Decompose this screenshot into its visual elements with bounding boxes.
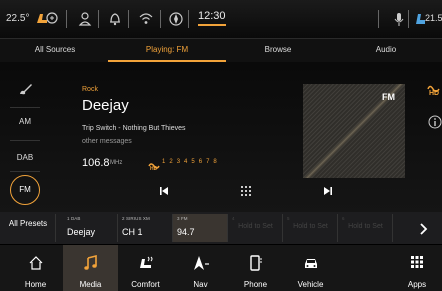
nav-label: Comfort <box>131 280 160 289</box>
nav-label: Phone <box>243 280 268 289</box>
source-dab-button[interactable]: DAB <box>6 153 44 162</box>
status-separator <box>160 10 161 28</box>
svg-text:HD: HD <box>150 166 158 171</box>
album-art-label: FM <box>382 92 395 102</box>
frequency-unit: MHz <box>110 160 123 166</box>
status-separator <box>128 10 129 28</box>
hd-channel-5[interactable]: 5 <box>191 159 194 165</box>
nav-label: Vehicle <box>297 280 324 289</box>
nav-apps[interactable]: Apps <box>392 245 442 291</box>
temperature-left[interactable]: 22.5° <box>6 13 29 24</box>
hd-channel-list: 12345678 <box>162 159 217 165</box>
hd-channel-6[interactable]: 6 <box>199 159 202 165</box>
seek-next-icon[interactable] <box>322 184 334 202</box>
nav-media[interactable]: Media <box>63 245 118 291</box>
preset-number: 3 FM <box>177 216 188 221</box>
station-name: Deejay <box>82 97 129 114</box>
preset-number: 5 <box>287 216 290 221</box>
seek-previous-icon[interactable] <box>158 184 170 202</box>
nav-home[interactable]: Home <box>8 245 63 291</box>
frequency-value: 106.8 <box>82 157 110 169</box>
preset-4[interactable]: 4 Hold to Set <box>228 214 283 242</box>
preset-value: Deejay <box>67 227 96 237</box>
hd-logo-icon[interactable]: HD <box>427 82 442 101</box>
nav-label: Media <box>79 280 102 289</box>
genre-label: Rock <box>82 86 98 93</box>
source-divider <box>10 171 40 172</box>
apps-grid-icon <box>392 255 442 273</box>
source-fm-button[interactable]: FM <box>10 175 40 205</box>
station-grid-icon[interactable] <box>240 184 252 202</box>
notification-bell-icon[interactable] <box>108 11 122 32</box>
hd-channel-4[interactable]: 4 <box>184 159 187 165</box>
preset-6[interactable]: 6 Hold to Set <box>338 214 393 242</box>
home-icon <box>8 255 63 273</box>
status-separator <box>378 10 379 28</box>
phone-icon <box>228 255 283 273</box>
tab-audio[interactable]: Audio <box>330 38 442 62</box>
nav-vehicle[interactable]: Vehicle <box>283 245 338 291</box>
preset-divider <box>55 214 56 242</box>
microphone-icon[interactable] <box>394 11 404 32</box>
tab-playing-fm[interactable]: Playing: FM <box>108 38 226 62</box>
nav-label: Nav <box>193 280 208 289</box>
user-profile-icon[interactable] <box>78 11 92 32</box>
nav-label: Home <box>24 280 47 289</box>
hd-channel-3[interactable]: 3 <box>177 159 180 165</box>
music-note-icon <box>63 254 118 273</box>
wifi-icon[interactable] <box>138 11 154 32</box>
all-presets-button[interactable]: All Presets <box>6 219 50 229</box>
tab-browse[interactable]: Browse <box>226 38 330 62</box>
preset-value: Hold to Set <box>238 223 273 230</box>
status-separator <box>98 10 99 28</box>
hd-channel-8[interactable]: 8 <box>213 159 216 165</box>
hd-channel-2[interactable]: 2 <box>169 159 172 165</box>
hd-radio-icon: HD <box>148 158 160 176</box>
clock: 12:30 <box>198 10 226 26</box>
comfort-seat-icon <box>118 255 173 273</box>
compass-icon[interactable] <box>168 11 184 32</box>
source-am-button[interactable]: AM <box>6 117 44 126</box>
hd-channel-1[interactable]: 1 <box>162 159 165 165</box>
svg-text:HD: HD <box>429 90 439 96</box>
track-info: Trip Switch - Nothing But Thieves <box>82 125 186 132</box>
status-separator <box>66 10 67 28</box>
preset-1[interactable]: 1 DAB Deejay <box>63 214 118 242</box>
temperature-right[interactable]: 21.5 <box>425 13 442 23</box>
preset-value: 94.7 <box>177 227 195 237</box>
navigation-arrow-icon <box>173 255 228 273</box>
chevron-right-icon[interactable] <box>418 222 428 240</box>
preset-5[interactable]: 5 Hold to Set <box>283 214 338 242</box>
nav-label: Apps <box>407 280 427 289</box>
preset-value: CH 1 <box>122 227 143 237</box>
vehicle-icon <box>283 255 338 273</box>
preset-number: 6 <box>342 216 345 221</box>
status-separator <box>408 10 409 28</box>
seat-heat-icon[interactable] <box>34 10 60 31</box>
hd-channel-7[interactable]: 7 <box>206 159 209 165</box>
guitar-icon[interactable] <box>18 82 34 101</box>
status-separator <box>188 10 189 28</box>
info-icon[interactable] <box>428 115 442 134</box>
source-divider <box>10 107 40 108</box>
preset-number: 4 <box>232 216 235 221</box>
tab-all-sources[interactable]: All Sources <box>0 38 110 62</box>
nav-comfort[interactable]: Comfort <box>118 245 173 291</box>
preset-value: Hold to Set <box>348 223 383 230</box>
source-divider <box>10 140 40 141</box>
preset-2[interactable]: 2 SIRIUS XM CH 1 <box>118 214 173 242</box>
preset-3[interactable]: 3 FM 94.7 <box>173 214 228 242</box>
album-art: FM <box>303 84 405 178</box>
preset-value: Hold to Set <box>293 223 328 230</box>
extra-message: other messages <box>82 138 132 145</box>
preset-number: 2 SIRIUS XM <box>122 216 150 221</box>
preset-number: 1 DAB <box>67 216 81 221</box>
nav-navigation[interactable]: Nav <box>173 245 228 291</box>
nav-phone[interactable]: Phone <box>228 245 283 291</box>
